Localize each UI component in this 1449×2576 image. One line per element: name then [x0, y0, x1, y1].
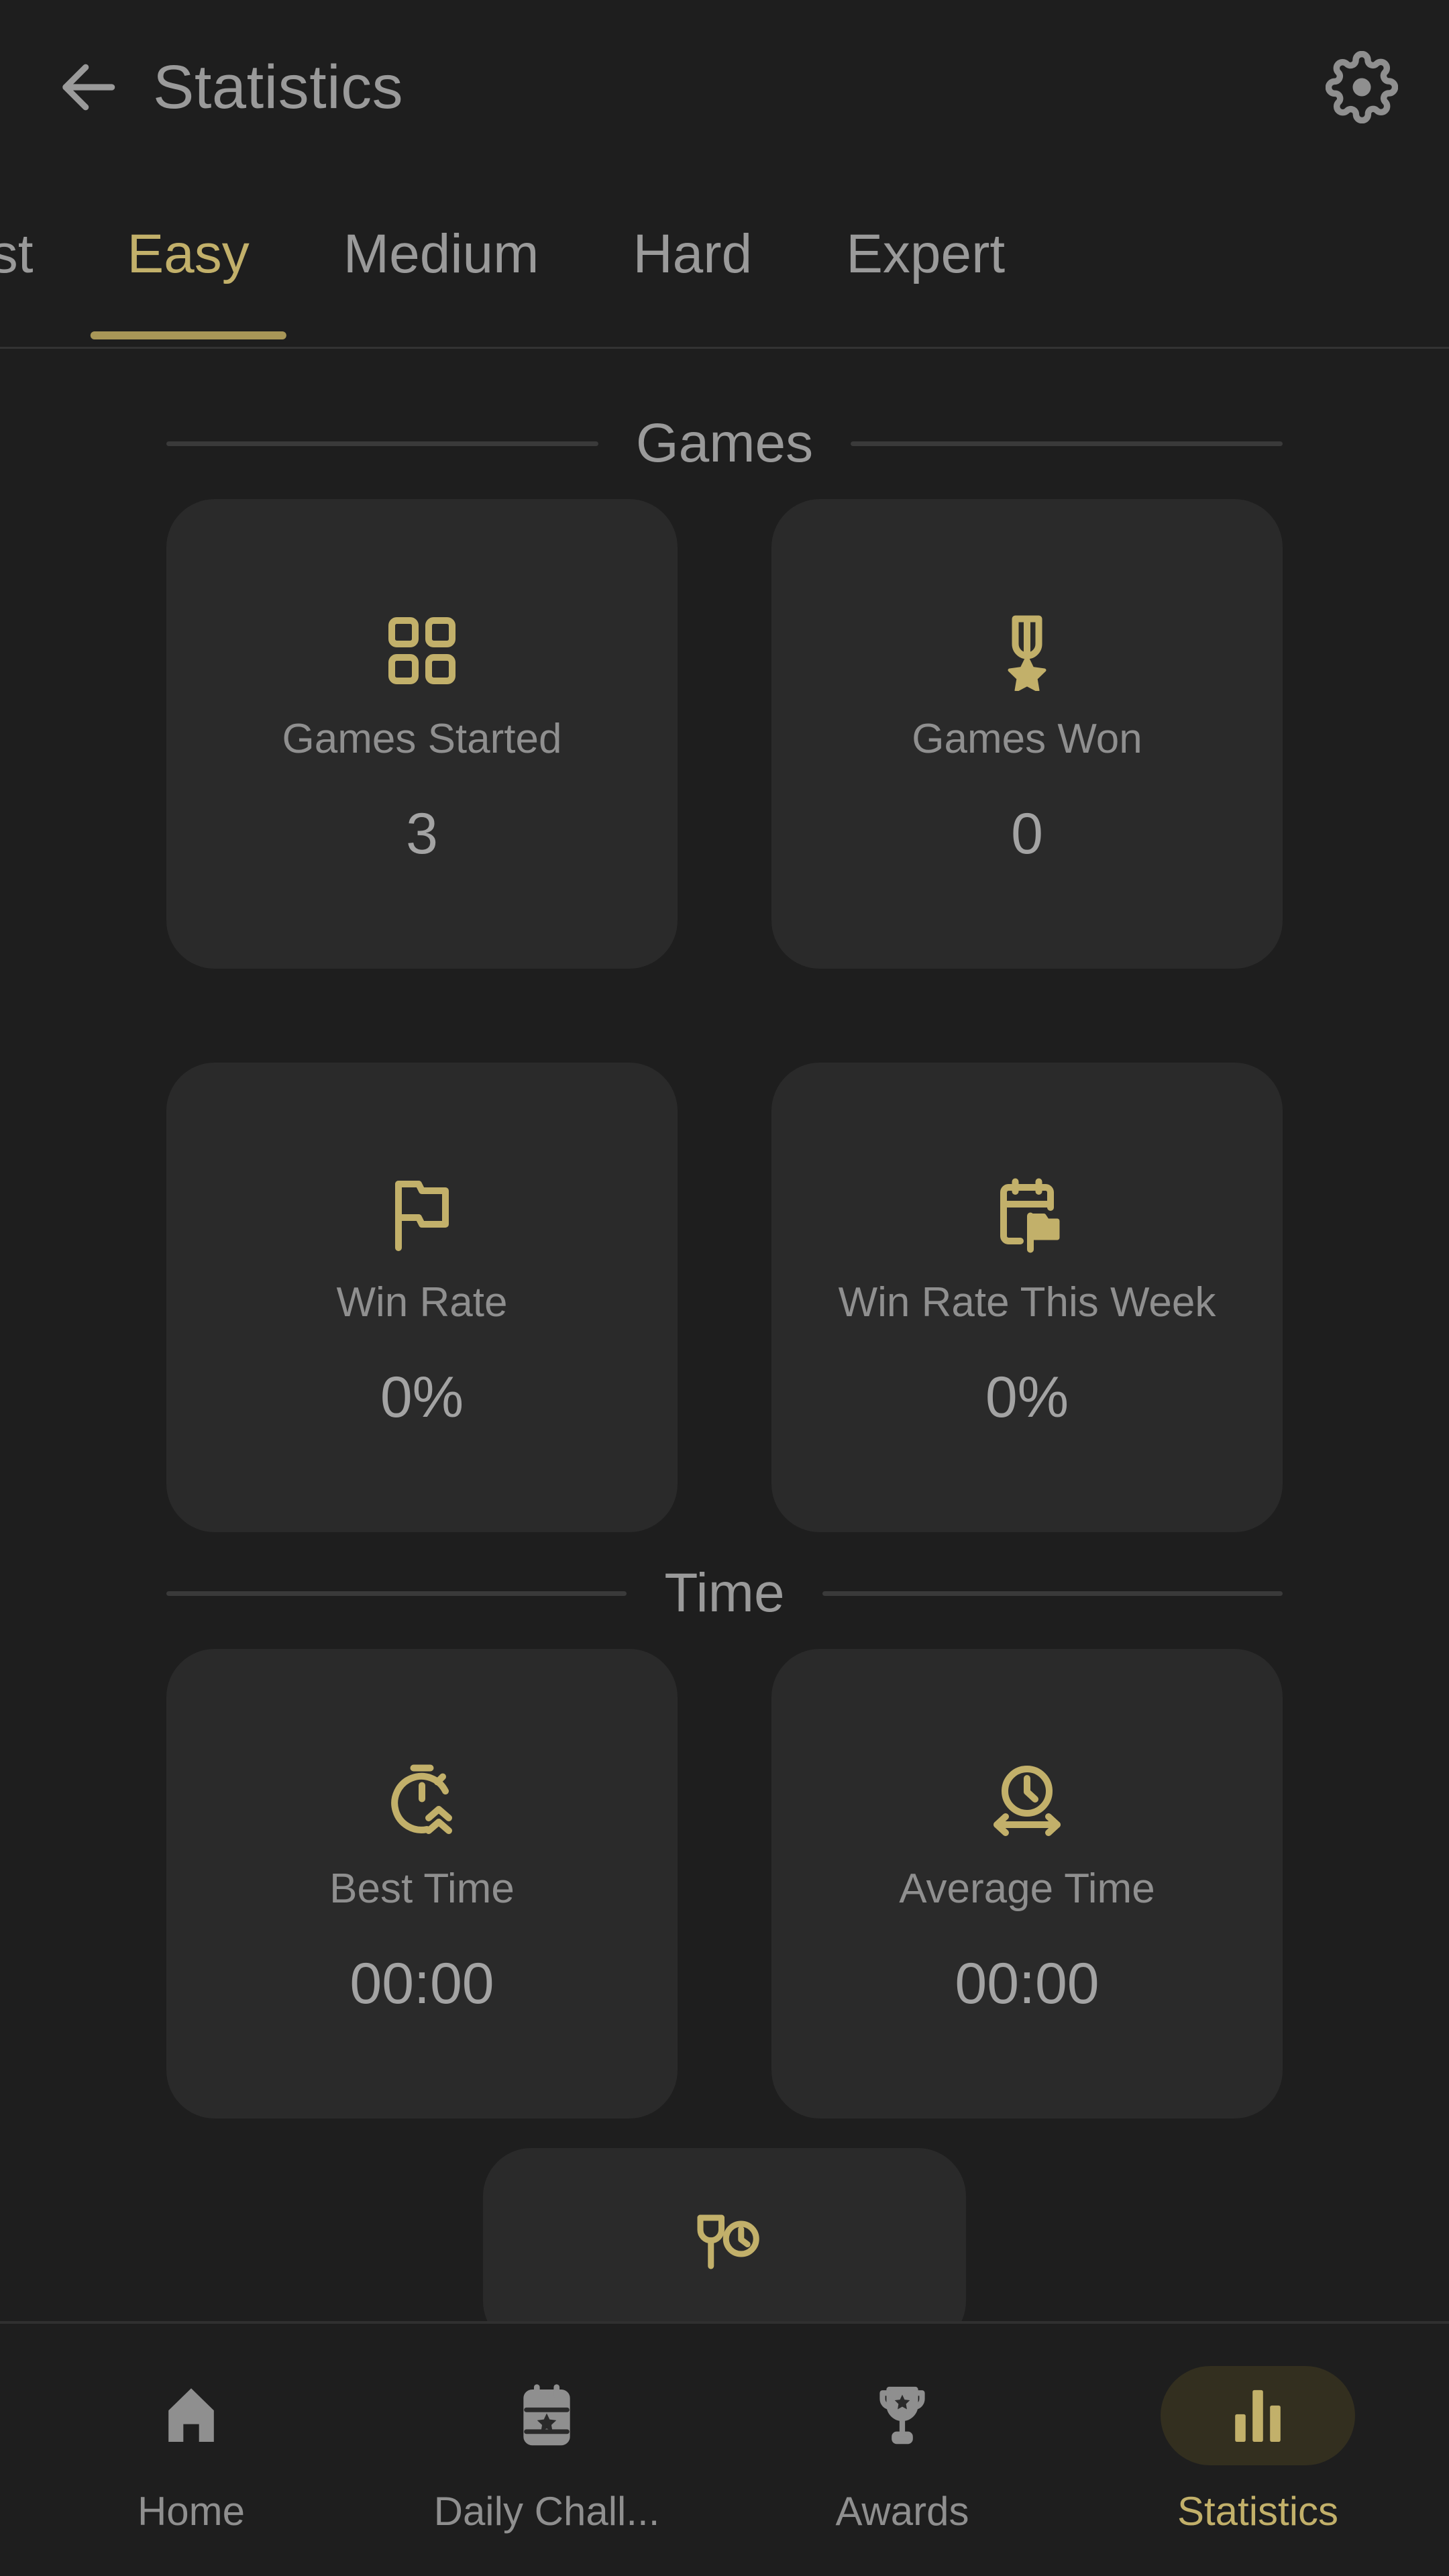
- nav-icon-pill: [449, 2366, 644, 2465]
- stat-label: Average Time: [899, 1865, 1155, 1912]
- tab-underline: [90, 331, 286, 339]
- nav-icon-pill: [1161, 2365, 1355, 2465]
- calendar-star-icon: [523, 2383, 570, 2445]
- section-rule-left: [166, 441, 598, 446]
- bar-chart-icon: [1235, 2390, 1281, 2442]
- section-title: Time: [664, 1562, 785, 1623]
- stat-icon: [987, 1164, 1067, 1265]
- stat-card-games-won[interactable]: Games Won 0: [771, 499, 1283, 969]
- page-title: Statistics: [153, 52, 404, 121]
- stopwatch-fast-icon: [391, 1764, 452, 1834]
- stat-value: 0%: [985, 1365, 1069, 1430]
- back-button[interactable]: [40, 40, 134, 134]
- stat-label: Best Time: [329, 1865, 515, 1912]
- stat-value: 3: [406, 802, 438, 867]
- stat-icon: [382, 1164, 462, 1265]
- bottom-navigation: Home Daily Chall... Awards Statistics: [0, 2321, 1449, 2576]
- stat-label: Win Rate: [336, 1279, 508, 1326]
- nav-item-statistics[interactable]: Statistics: [1080, 2365, 1436, 2534]
- stat-icon: [987, 600, 1067, 701]
- tab-label: Medium: [343, 223, 539, 284]
- nav-label: Daily Chall...: [433, 2488, 660, 2534]
- tab-label: Expert: [846, 223, 1006, 284]
- stat-card-win-rate-this-week[interactable]: Win Rate This Week 0%: [771, 1063, 1283, 1532]
- app-header: Statistics: [0, 0, 1449, 174]
- section-header-games: Games: [166, 412, 1283, 475]
- games-stats-grid: Games Started 3 Games Won 0 Win Rate 0% …: [166, 499, 1283, 1532]
- tab-fast[interactable]: Fast: [0, 174, 80, 349]
- stat-value: 00:00: [350, 1951, 494, 2017]
- tab-easy[interactable]: Easy: [80, 174, 296, 349]
- nav-icon-pill: [805, 2366, 1000, 2465]
- tab-hard[interactable]: Hard: [586, 174, 799, 349]
- stat-value: 0%: [380, 1365, 464, 1430]
- stat-icon: [382, 600, 462, 701]
- section-title: Games: [635, 413, 814, 474]
- stat-label: Games Won: [912, 715, 1142, 762]
- hourglass-clock-icon: [697, 2214, 759, 2269]
- stat-card-games-started[interactable]: Games Started 3: [166, 499, 678, 969]
- section-rule-left: [166, 1591, 627, 1596]
- difficulty-tab-bar[interactable]: Fast Easy Medium Hard Expert: [0, 174, 1449, 349]
- stat-icon: [382, 1750, 462, 1851]
- section-rule-right: [822, 1591, 1283, 1596]
- stat-value: 00:00: [955, 1951, 1099, 2017]
- nav-item-home[interactable]: Home: [13, 2366, 369, 2534]
- stat-icon: [987, 1750, 1067, 1851]
- section-header-time: Time: [166, 1562, 1283, 1625]
- nav-label: Statistics: [1177, 2488, 1339, 2534]
- stat-label: Win Rate This Week: [838, 1279, 1216, 1326]
- flag-icon: [395, 1180, 449, 1251]
- stats-scroll-area[interactable]: Games Games Started 3 Games Won 0 Win Ra…: [0, 349, 1449, 2321]
- grid-squares-icon: [388, 616, 455, 684]
- stat-card-average-time[interactable]: Average Time 00:00: [771, 1649, 1283, 2118]
- tab-label: Fast: [0, 223, 34, 284]
- stat-label: Games Started: [282, 715, 562, 762]
- stat-card-partial[interactable]: [483, 2148, 966, 2321]
- tab-medium[interactable]: Medium: [297, 174, 586, 349]
- nav-label: Home: [137, 2488, 246, 2534]
- section-rule-right: [851, 441, 1283, 446]
- home-icon: [168, 2387, 214, 2442]
- statistics-screen: Statistics Fast Easy Medium Ha: [0, 0, 1449, 2576]
- time-stats-grid: Best Time 00:00 Average Time 00:00: [166, 1649, 1283, 2118]
- tab-label: Hard: [633, 223, 753, 284]
- medal-star-icon: [1008, 615, 1046, 691]
- tab-list: Fast Easy Medium Hard Expert: [0, 174, 1052, 349]
- stat-value: 0: [1011, 802, 1043, 867]
- gear-icon: [1326, 51, 1398, 123]
- clock-arrows-icon: [994, 1765, 1061, 1836]
- trophy-icon: [879, 2386, 925, 2444]
- tab-label: Easy: [127, 223, 250, 284]
- nav-item-awards[interactable]: Awards: [724, 2366, 1080, 2534]
- nav-item-daily-challenge[interactable]: Daily Chall...: [369, 2366, 724, 2534]
- nav-icon-pill: [94, 2366, 288, 2465]
- stat-card-win-rate[interactable]: Win Rate 0%: [166, 1063, 678, 1532]
- stats-content: Games Games Started 3 Games Won 0 Win Ra…: [0, 349, 1449, 2321]
- stat-card-best-time[interactable]: Best Time 00:00: [166, 1649, 678, 2118]
- settings-button[interactable]: [1315, 40, 1409, 134]
- nav-label: Awards: [835, 2488, 969, 2534]
- arrow-left-icon: [62, 64, 115, 111]
- calendar-flag-icon: [1000, 1178, 1060, 1253]
- tab-expert[interactable]: Expert: [799, 174, 1052, 349]
